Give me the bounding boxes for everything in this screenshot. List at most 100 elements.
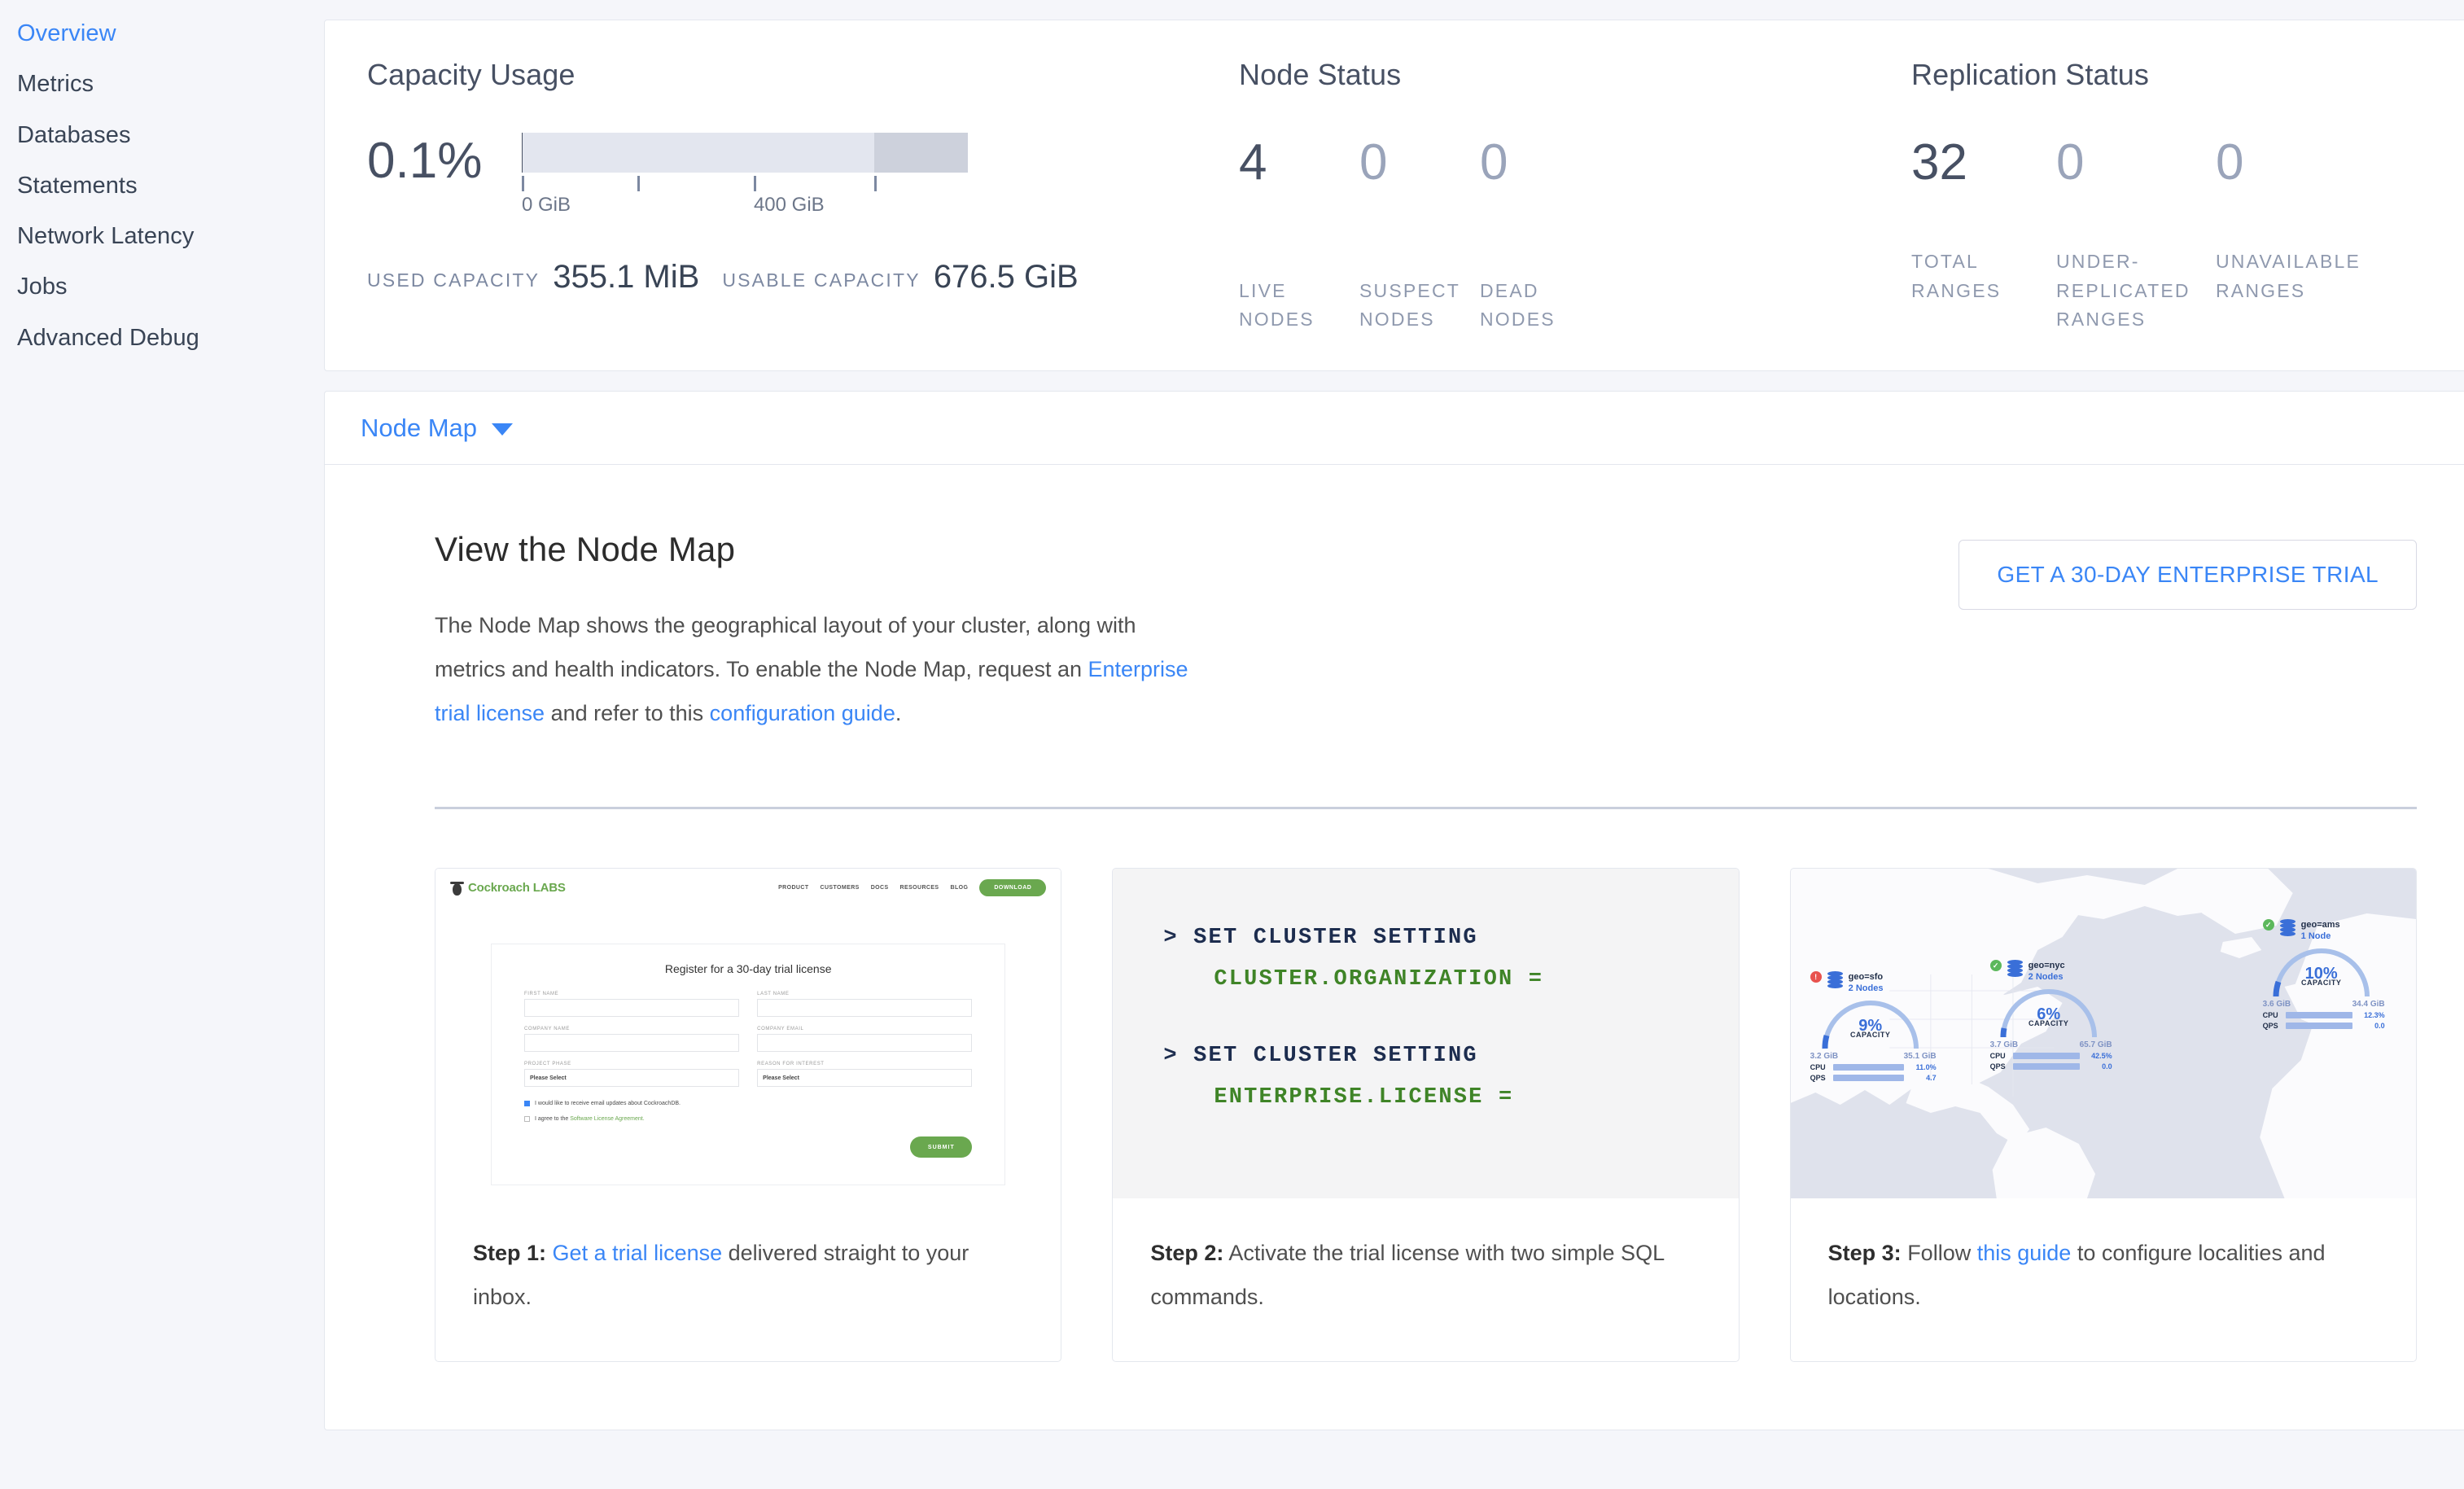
project-phase-select[interactable]: Please Select <box>524 1069 739 1087</box>
company-email-input[interactable] <box>757 1034 972 1052</box>
used-capacity-value: 355.1 MiB <box>553 259 699 296</box>
qps-metric-ams: QPS 0.0 <box>2263 1022 2385 1030</box>
form-fields: FIRST NAME LAST NAME COMPA <box>524 992 972 1091</box>
field-company-email: COMPANY EMAIL <box>757 1027 972 1056</box>
sidebar-item-databases[interactable]: Databases <box>0 110 324 160</box>
desc-text-3: . <box>895 701 902 725</box>
step-1-caption: Step 1: Get a trial license delivered st… <box>435 1198 1061 1361</box>
replication-status-labels: TOTAL RANGES UNDER- REPLICATED RANGES UN… <box>1911 247 2375 335</box>
site-menu-docs[interactable]: DOCS <box>871 885 889 891</box>
site-download-button[interactable]: DOWNLOAD <box>979 879 1046 896</box>
step-2-visual: > SET CLUSTER SETTING CLUSTER.ORGANIZATI… <box>1113 869 1738 1198</box>
sidebar-item-jobs[interactable]: Jobs <box>0 261 324 312</box>
software-license-agreement-link[interactable]: Software License Agreement. <box>570 1116 644 1122</box>
field-label: LAST NAME <box>757 992 972 996</box>
sidebar-item-label: Network Latency <box>17 223 195 249</box>
code-line-2: CLUSTER.ORGANIZATION = <box>1163 959 1687 1001</box>
sidebar-item-overview[interactable]: Overview <box>0 8 324 59</box>
checkbox-icon[interactable] <box>524 1116 530 1122</box>
unavailable-ranges-value: 0 <box>2216 138 2375 188</box>
step-2-card: > SET CLUSTER SETTING CLUSTER.ORGANIZATI… <box>1112 868 1739 1362</box>
site-menu-product[interactable]: PRODUCT <box>778 885 808 891</box>
last-name-input[interactable] <box>757 999 972 1017</box>
checkbox-icon[interactable] <box>524 1101 530 1106</box>
gauge-endpoints-sfo: 3.2 GiB 35.1 GiB <box>1810 1052 1937 1061</box>
get-enterprise-trial-button[interactable]: GET A 30-DAY ENTERPRISE TRIAL <box>1959 540 2417 610</box>
sidebar-item-label: Overview <box>17 20 116 46</box>
database-stack-icon <box>2280 919 2296 936</box>
capacity-tick-label: 400 GiB <box>754 194 825 217</box>
configuration-guide-link[interactable]: configuration guide <box>710 701 895 725</box>
step-2-caption: Step 2: Activate the trial license with … <box>1113 1198 1738 1361</box>
sidebar-item-label: Databases <box>17 122 131 148</box>
step-3-pre: Follow <box>1902 1241 1977 1265</box>
step-3-visual: ! geo=sfo 2 Nodes <box>1791 869 2416 1198</box>
used-capacity-metric: USED CAPACITY 355.1 MiB <box>367 259 699 296</box>
sql-code-block: > SET CLUSTER SETTING CLUSTER.ORGANIZATI… <box>1113 869 1738 1198</box>
node-map-body: View the Node Map The Node Map shows the… <box>325 465 2464 1362</box>
capacity-tick <box>637 176 640 191</box>
node-status-labels: LIVE NODES SUSPECT NODES DEAD NODES <box>1239 277 1600 335</box>
capacity-tick <box>522 176 524 191</box>
map-node-text: geo=sfo 2 Nodes <box>1849 971 1884 995</box>
field-label: PROJECT PHASE <box>524 1062 739 1066</box>
field-label: FIRST NAME <box>524 992 739 996</box>
sidebar-item-statements[interactable]: Statements <box>0 160 324 211</box>
qps-sparkline-icon <box>2013 1063 2080 1070</box>
sidebar-item-label: Metrics <box>17 71 94 97</box>
node-map-dropdown[interactable]: Node Map <box>361 414 513 443</box>
this-guide-link[interactable]: this guide <box>1977 1241 2072 1265</box>
live-nodes-stat: 4 <box>1239 138 1359 188</box>
field-label: COMPANY NAME <box>524 1027 739 1031</box>
step-3-caption: Step 3: Follow this guide to configure l… <box>1791 1198 2416 1361</box>
capacity-tick <box>874 176 877 191</box>
code-gap <box>1163 1001 1687 1036</box>
qps-label-nyc: QPS <box>1990 1062 2008 1071</box>
qps-sparkline-icon <box>2286 1023 2352 1029</box>
trial-registration-form: Register for a 30-day trial license FIRS… <box>491 944 1005 1185</box>
main-content: Capacity Usage 0.1% 0 GiB400 GiB US <box>324 0 2464 1489</box>
under-replicated-ranges-value: 0 <box>2056 138 2216 188</box>
section-divider <box>435 807 2417 809</box>
unavailable-ranges-label: UNAVAILABLE RANGES <box>2216 247 2375 335</box>
gauge-caption-ams: CAPACITY <box>2271 979 2372 987</box>
map-node-sfo: ! geo=sfo 2 Nodes <box>1810 971 1937 1082</box>
node-status-stats: 4 0 0 <box>1239 138 1892 188</box>
replication-status-title: Replication Status <box>1911 58 2464 92</box>
reason-for-interest-select[interactable]: Please Select <box>757 1069 972 1087</box>
dead-nodes-value: 0 <box>1480 138 1600 188</box>
first-name-input[interactable] <box>524 999 739 1017</box>
logo-sub: LABS <box>533 881 566 895</box>
capacity-tick-label: 0 GiB <box>522 194 571 217</box>
capacity-bar-tick-labels: 0 GiB 400 GiB <box>522 194 968 218</box>
site-menu-resources[interactable]: RESOURCES <box>900 885 939 891</box>
map-node-locality: geo=nyc <box>2029 960 2065 971</box>
field-label: REASON FOR INTEREST <box>757 1062 972 1066</box>
capacity-used-sfo: 3.2 GiB <box>1810 1052 1838 1061</box>
gauge-caption-nyc: CAPACITY <box>1998 1019 2099 1027</box>
node-map-tabbar: Node Map <box>325 392 2464 465</box>
map-node-ams: ✓ geo=ams 1 Node <box>2263 919 2385 1030</box>
gauge-caption-sfo: CAPACITY <box>1820 1031 1921 1039</box>
map-node-text: geo=ams 1 Node <box>2301 919 2340 943</box>
site-menu-blog[interactable]: BLOG <box>951 885 969 891</box>
code-line-4: ENTERPRISE.LICENSE = <box>1163 1077 1687 1119</box>
page-title: View the Node Map <box>435 530 1208 569</box>
cpu-sparkline-icon <box>1833 1064 1904 1071</box>
cpu-label-sfo: CPU <box>1810 1063 1828 1071</box>
get-trial-license-link[interactable]: Get a trial license <box>553 1241 723 1265</box>
sidebar-item-metrics[interactable]: Metrics <box>0 59 324 109</box>
form-submit-button[interactable]: SUBMIT <box>910 1136 972 1158</box>
site-menu: PRODUCT CUSTOMERS DOCS RESOURCES BLOG DO… <box>778 879 1046 896</box>
sidebar-item-network-latency[interactable]: Network Latency <box>0 211 324 261</box>
field-reason-for-interest: REASON FOR INTEREST Please Select <box>757 1062 972 1091</box>
under-replicated-ranges-label: UNDER- REPLICATED RANGES <box>2056 247 2216 335</box>
sidebar-item-advanced-debug[interactable]: Advanced Debug <box>0 313 324 363</box>
company-name-input[interactable] <box>524 1034 739 1052</box>
gauge-endpoints-nyc: 3.7 GiB 65.7 GiB <box>1990 1040 2112 1049</box>
under-replicated-ranges-stat: 0 <box>2056 138 2216 188</box>
database-stack-icon <box>1827 971 1843 988</box>
site-menu-customers[interactable]: CUSTOMERS <box>821 885 860 891</box>
qps-metric-sfo: QPS 4.7 <box>1810 1074 1937 1082</box>
replication-status-stats: 32 0 0 <box>1911 138 2464 188</box>
